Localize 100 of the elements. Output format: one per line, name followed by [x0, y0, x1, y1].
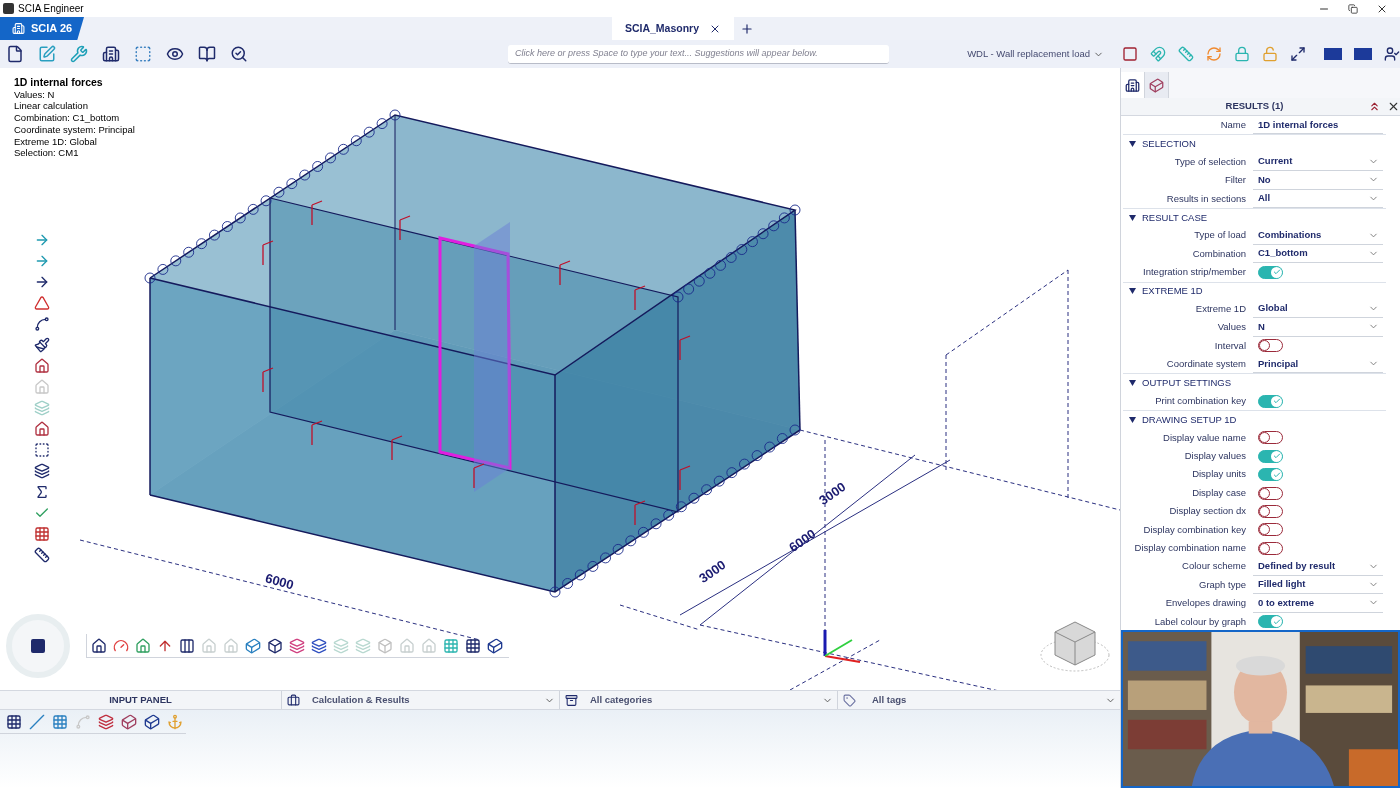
square-icon[interactable] [1122, 46, 1138, 62]
expand-triangle-icon[interactable] [1129, 380, 1136, 387]
input-panel-header[interactable]: INPUT PANEL [0, 691, 282, 709]
property-dropdown[interactable]: 0 to extreme [1253, 594, 1383, 613]
section-header: SELECTION [1142, 136, 1196, 151]
result-tool-icon[interactable] [465, 637, 481, 654]
view-cube-icon[interactable] [1040, 621, 1110, 672]
close-icon[interactable] [1387, 100, 1400, 113]
property-dropdown[interactable]: Principal [1253, 355, 1383, 374]
toggle-switch[interactable] [1258, 615, 1283, 629]
result-tool-icon[interactable] [91, 637, 107, 654]
input-tool-icon[interactable] [144, 713, 160, 730]
restore-icon[interactable] [1348, 3, 1358, 14]
resize-icon[interactable] [1290, 46, 1306, 62]
property-dropdown[interactable]: C1_bottom [1253, 244, 1383, 264]
input-tool-icon[interactable] [6, 713, 22, 730]
toggle-switch[interactable] [1258, 431, 1283, 445]
expand-triangle-icon[interactable] [1129, 416, 1136, 423]
workspace-dropdown[interactable]: Calculation & Results [282, 691, 560, 709]
expand-triangle-icon[interactable] [1129, 288, 1136, 295]
tool-icon[interactable] [34, 421, 50, 437]
user-icon[interactable] [1384, 46, 1400, 62]
add-tab-icon[interactable] [740, 21, 754, 36]
result-tool-icon[interactable] [267, 637, 283, 654]
property-dropdown[interactable]: Combinations [1253, 226, 1383, 245]
app-logo-icon [12, 22, 25, 35]
edit-icon[interactable] [38, 45, 56, 63]
collapse-icon[interactable] [1368, 100, 1381, 113]
info-title: 1D internal forces [14, 77, 104, 89]
expand-triangle-icon[interactable] [1129, 141, 1136, 148]
property-label: Display values [1183, 449, 1247, 464]
app-tab[interactable]: SCIA 26 [0, 17, 84, 40]
categories-dropdown[interactable]: All categories [560, 691, 838, 709]
dimension-label: 6000 [262, 569, 296, 595]
info-line: Combination: C1_bottom [14, 112, 121, 124]
toggle-switch[interactable] [1258, 468, 1283, 482]
info-line: Coordinate system: Principal [14, 123, 135, 136]
property-label: Coordinate system [1165, 357, 1247, 372]
property-dropdown[interactable]: All [1253, 189, 1383, 208]
result-tool-icon[interactable] [179, 637, 195, 654]
property-label: Type of selection [1173, 154, 1247, 169]
property-label: Extreme 1D [1194, 301, 1247, 316]
dimension-label: 3000 [695, 556, 730, 588]
property-dropdown[interactable]: Filled light [1253, 575, 1383, 595]
property-label: Interval [1213, 338, 1247, 353]
document-tab[interactable]: SCIA_Masonry [611, 17, 734, 40]
command-field[interactable]: Click here or press Space to type your text... Suggestions will appear below. [508, 44, 890, 64]
axis-icon [823, 630, 861, 663]
tool-icon[interactable] [34, 337, 50, 353]
toggle-switch[interactable] [1258, 541, 1283, 555]
structure-icon[interactable] [102, 45, 120, 63]
search-icon[interactable] [230, 45, 248, 63]
eye-icon[interactable] [166, 45, 184, 63]
new-file-icon[interactable] [6, 45, 24, 63]
tool-icon[interactable] [34, 358, 50, 374]
property-dropdown[interactable]: Current [1253, 152, 1383, 172]
tool-icon[interactable] [34, 547, 50, 563]
toggle-switch[interactable] [1258, 504, 1283, 518]
section-header: EXTREME 1D [1142, 284, 1203, 299]
panel-tab[interactable] [1121, 72, 1145, 98]
panel-tab[interactable] [1145, 72, 1169, 98]
panel-title: RESULTS (1) [1224, 99, 1285, 114]
info-line: Extreme 1D: Global [14, 135, 98, 148]
input-tool-icon[interactable] [52, 713, 68, 730]
info-line: Values: N [14, 88, 56, 101]
input-tool-icon[interactable] [29, 713, 45, 730]
input-tool-icon[interactable] [75, 713, 91, 730]
property-dropdown[interactable]: N [1253, 318, 1383, 337]
tool-icon[interactable] [34, 442, 50, 458]
load-case-dropdown[interactable]: WDL - Wall replacement load [967, 46, 1104, 62]
expand-triangle-icon[interactable] [1129, 214, 1136, 221]
property-dropdown[interactable]: Defined by result [1253, 557, 1383, 576]
section-header: RESULT CASE [1142, 210, 1208, 225]
tool-icon[interactable] [34, 274, 50, 290]
book-icon[interactable] [198, 45, 216, 63]
property-label: Display section dx [1168, 504, 1247, 519]
toggle-switch[interactable] [1258, 394, 1283, 408]
toggle-switch[interactable] [1258, 339, 1283, 353]
toggle-switch[interactable] [1258, 265, 1283, 279]
check-icon [1272, 617, 1281, 626]
result-tool-icon[interactable] [311, 637, 327, 654]
property-label: Colour scheme [1181, 559, 1247, 574]
toggle-switch[interactable] [1258, 486, 1283, 500]
input-tool-icon[interactable] [121, 713, 137, 730]
property-label: Values [1216, 320, 1247, 335]
property-label: Results in sections [1165, 191, 1247, 206]
tool-icon[interactable] [34, 316, 50, 332]
tool-icon[interactable] [34, 484, 50, 500]
input-tool-icon[interactable] [98, 713, 114, 730]
toggle-switch[interactable] [1258, 523, 1283, 537]
toggle-switch[interactable] [1258, 449, 1283, 463]
dimension-label: 3000 [815, 478, 850, 510]
input-tool-icon[interactable] [167, 713, 183, 730]
property-dropdown[interactable]: No [1253, 171, 1383, 190]
property-dropdown[interactable]: Global [1253, 299, 1383, 319]
result-tool-icon[interactable] [487, 637, 503, 654]
tool-icon[interactable] [34, 463, 50, 479]
tags-dropdown[interactable]: All tags [838, 691, 1120, 709]
tools-icon[interactable] [70, 45, 88, 63]
property-label: Display combination key [1142, 522, 1247, 537]
